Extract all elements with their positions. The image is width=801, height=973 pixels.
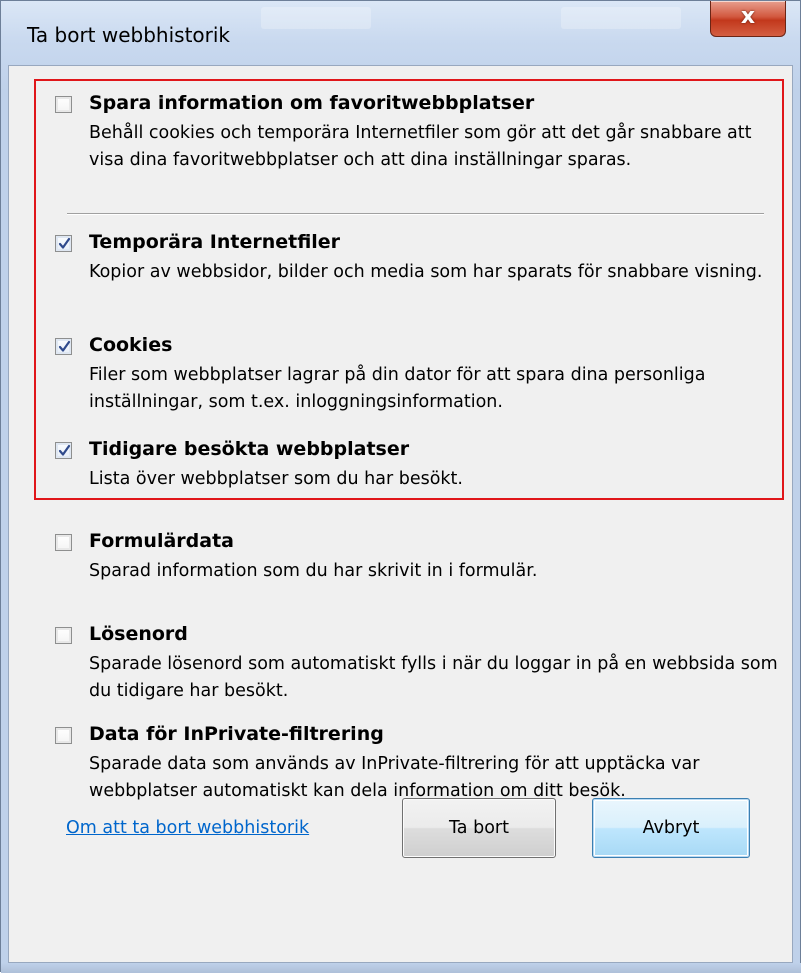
option-title: Tidigare besökta webbplatser [89, 438, 410, 460]
checkbox-temp-files[interactable] [55, 235, 72, 252]
option-description: Kopior av webbsidor, bilder och media so… [89, 262, 763, 282]
window-title: Ta bort webbhistorik [27, 23, 231, 47]
checkmark-icon [58, 237, 71, 249]
option-description: Sparad information som du har skrivit in… [89, 561, 538, 581]
checkbox-history[interactable] [55, 442, 72, 459]
checkbox-favorites[interactable] [55, 96, 72, 113]
close-icon: x [740, 4, 756, 29]
option-title: Lösenord [89, 623, 188, 645]
checkmark-icon [58, 340, 71, 352]
option-description: Behåll cookies och temporära Internetfil… [89, 123, 752, 170]
delete-button[interactable]: Ta bort [402, 798, 556, 858]
option-title: Formulärdata [89, 530, 234, 552]
option-description: Lista över webbplatser som du har besökt… [89, 469, 463, 489]
help-link[interactable]: Om att ta bort webbhistorik [66, 818, 309, 838]
option-description: Sparade lösenord som automatiskt fylls i… [89, 654, 778, 701]
divider [67, 213, 764, 215]
cancel-button[interactable]: Avbryt [592, 798, 750, 858]
title-bar-reflection [261, 7, 371, 29]
option-description: Sparade data som används av InPrivate-fi… [89, 754, 700, 801]
dialog-window: Ta bort webbhistorik x Spara information… [0, 0, 801, 973]
option-title: Cookies [89, 334, 173, 356]
title-bar[interactable]: Ta bort webbhistorik x [1, 1, 801, 65]
checkbox-cookies[interactable] [55, 338, 72, 355]
checkbox-passwords[interactable] [55, 627, 72, 644]
option-title: Data för InPrivate-filtrering [89, 723, 384, 745]
checkbox-form-data[interactable] [55, 534, 72, 551]
checkbox-inprivate[interactable] [55, 727, 72, 744]
close-button[interactable]: x [710, 1, 786, 37]
option-description: Filer som webbplatser lagrar på din dato… [89, 365, 706, 412]
option-title: Spara information om favoritwebbplatser [89, 92, 535, 114]
title-bar-reflection [561, 7, 681, 29]
checkmark-icon [58, 444, 71, 456]
option-title: Temporära Internetfiler [89, 231, 341, 253]
